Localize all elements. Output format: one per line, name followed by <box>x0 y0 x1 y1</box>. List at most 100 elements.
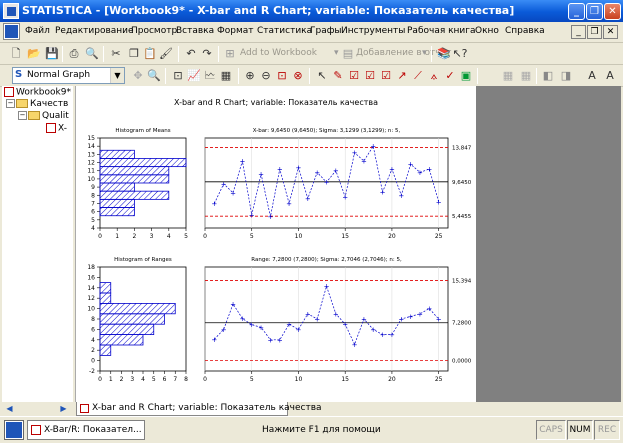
app-icon[interactable] <box>3 3 19 19</box>
edit-graph-icon[interactable]: 🗠 <box>202 68 218 84</box>
embed-object-icon[interactable]: ▣ <box>458 68 474 84</box>
reset-zoom-icon[interactable]: ⊗ <box>290 68 306 84</box>
menu-tools[interactable]: Инструменты <box>341 26 405 36</box>
add-to-workbook-button[interactable]: Add to Workbook <box>240 48 317 58</box>
menu-window[interactable]: Окно <box>475 26 499 36</box>
data-point: + <box>408 313 414 321</box>
print-icon[interactable]: ⎙ <box>66 46 82 62</box>
print-preview-icon[interactable]: 🔍 <box>84 46 100 62</box>
rectangle-tool-icon[interactable]: ☑ <box>362 68 378 84</box>
tab-scroll-left-icon[interactable]: ◀ <box>4 404 15 414</box>
graph-paper[interactable]: X-bar and R Chart; variable: Показатель … <box>76 86 476 402</box>
add-report-icon[interactable]: ▤ <box>340 46 356 62</box>
data-point: + <box>324 283 330 291</box>
collapse-icon[interactable]: − <box>6 99 15 108</box>
data-point: + <box>221 180 227 188</box>
y-tick-label: 4 <box>91 337 95 344</box>
line-tool-icon[interactable]: ⟋ <box>410 68 426 84</box>
tree-folder-1[interactable]: − Качеств <box>6 99 68 109</box>
data-point: + <box>352 149 358 157</box>
tab-xbar-chart[interactable]: X-bar and R Chart; variable: Показатель … <box>76 402 322 416</box>
collapse-icon[interactable]: − <box>18 111 27 120</box>
new-icon[interactable]: 🗋 <box>8 46 24 62</box>
bring-front-icon[interactable]: ◧ <box>540 68 556 84</box>
mdi-restore-button[interactable]: ❐ <box>587 25 602 39</box>
y-tick-label: 18 <box>87 264 95 271</box>
histogram-bar <box>99 302 176 315</box>
increase-font-icon[interactable]: A <box>584 68 600 84</box>
paste-icon[interactable]: 📋 <box>142 46 158 62</box>
document-icon[interactable] <box>4 24 19 39</box>
zoom-in-icon[interactable]: ⊕ <box>242 68 258 84</box>
send-back-icon[interactable]: ◨ <box>558 68 574 84</box>
graph-window: X-bar and R Chart; variable: Показатель … <box>76 86 621 402</box>
menu-insert[interactable]: Вставка <box>176 26 214 36</box>
data-point: + <box>267 336 273 344</box>
freehand-tool-icon[interactable]: ✓ <box>442 68 458 84</box>
menu-help[interactable]: Справка <box>505 26 545 36</box>
data-point: + <box>249 321 255 329</box>
status-bar: X-Bar/R: Показател... Нажмите F1 для пом… <box>0 416 623 443</box>
mdi-close-button[interactable]: ✕ <box>603 25 618 39</box>
cut-icon[interactable]: ✂ <box>108 46 124 62</box>
taskbar-xbar-button[interactable]: X-Bar/R: Показател... <box>27 420 145 440</box>
layout2-icon[interactable]: ▦ <box>518 68 534 84</box>
decrease-font-icon[interactable]: A <box>602 68 618 84</box>
whats-this-help-icon[interactable]: ↖? <box>452 46 468 62</box>
arrow-tool-icon[interactable]: ↗ <box>394 68 410 84</box>
format-painter-icon[interactable]: 🖌 <box>158 46 174 62</box>
graph-wizard-icon[interactable]: 📈 <box>186 68 202 84</box>
graph-style-select[interactable]: S Normal Graph ▼ <box>12 67 125 84</box>
data-point: + <box>305 310 311 318</box>
statistica-logo-icon[interactable] <box>5 421 23 439</box>
tab-scroll-right-icon[interactable]: ▶ <box>58 404 69 414</box>
copy-icon[interactable]: ❐ <box>126 46 142 62</box>
brush-icon[interactable]: ✎ <box>330 68 346 84</box>
data-point: + <box>230 300 236 308</box>
close-button[interactable]: ✕ <box>604 3 621 20</box>
style-icon[interactable]: ✥ <box>130 68 146 84</box>
ellipse-tool-icon[interactable]: ☑ <box>378 68 394 84</box>
text-tool-icon[interactable]: ☑ <box>346 68 362 84</box>
data-point: + <box>314 316 320 324</box>
zoom-box-icon[interactable]: ⊡ <box>274 68 290 84</box>
histogram-bar <box>99 334 144 346</box>
undo-icon[interactable]: ↶ <box>183 46 199 62</box>
histogram-bar <box>99 149 135 159</box>
menu-file[interactable]: Файл <box>25 26 50 36</box>
num-indicator: NUM <box>567 420 593 440</box>
tree-folder-2[interactable]: − Qualit <box>18 111 69 121</box>
zoom-out-icon[interactable]: ⊖ <box>258 68 274 84</box>
tree-root[interactable]: Workbook9* <box>4 87 71 98</box>
minimize-button[interactable]: _ <box>568 3 585 20</box>
redo-icon[interactable]: ↷ <box>199 46 215 62</box>
data-point: + <box>342 321 348 329</box>
maximize-button[interactable]: ❐ <box>586 3 603 20</box>
menu-view[interactable]: Просмотр <box>131 26 177 36</box>
books-icon[interactable]: 📚 <box>436 46 452 62</box>
data-point: + <box>211 336 217 344</box>
data-point: + <box>239 315 245 323</box>
layout-icon[interactable]: ▦ <box>500 68 516 84</box>
add-workbook-icon[interactable]: ⊞ <box>222 46 238 62</box>
xbar-r-chart: X-bar and R Chart; variable: Показатель … <box>87 98 471 383</box>
find-style-icon[interactable]: 🔍 <box>146 68 162 84</box>
polyline-tool-icon[interactable]: ⟑ <box>426 68 442 84</box>
menu-graphs[interactable]: Графы <box>310 26 342 36</box>
save-icon[interactable]: 💾 <box>44 46 60 62</box>
data-point: + <box>277 336 283 344</box>
title-bar: STATISTICA - [Workbook9* - X-bar and R C… <box>0 0 623 22</box>
graph-data-icon[interactable]: ▦ <box>218 68 234 84</box>
caps-indicator: CAPS <box>536 420 566 440</box>
pointer-icon[interactable]: ↖ <box>314 68 330 84</box>
x-tick-label: 3 <box>130 376 134 383</box>
menu-workbook[interactable]: Рабочая книга <box>407 26 476 36</box>
menu-format[interactable]: Формат <box>217 26 254 36</box>
open-icon[interactable]: 📂 <box>26 46 42 62</box>
menu-edit[interactable]: Редактирование <box>55 26 134 36</box>
menu-statistics[interactable]: Статистика <box>257 26 312 36</box>
window-title: STATISTICA - [Workbook9* - X-bar and R C… <box>22 4 515 17</box>
tree-graph-item[interactable]: X- <box>46 123 67 134</box>
graph-options-icon[interactable]: ⊡ <box>170 68 186 84</box>
mdi-minimize-button[interactable]: _ <box>571 25 586 39</box>
